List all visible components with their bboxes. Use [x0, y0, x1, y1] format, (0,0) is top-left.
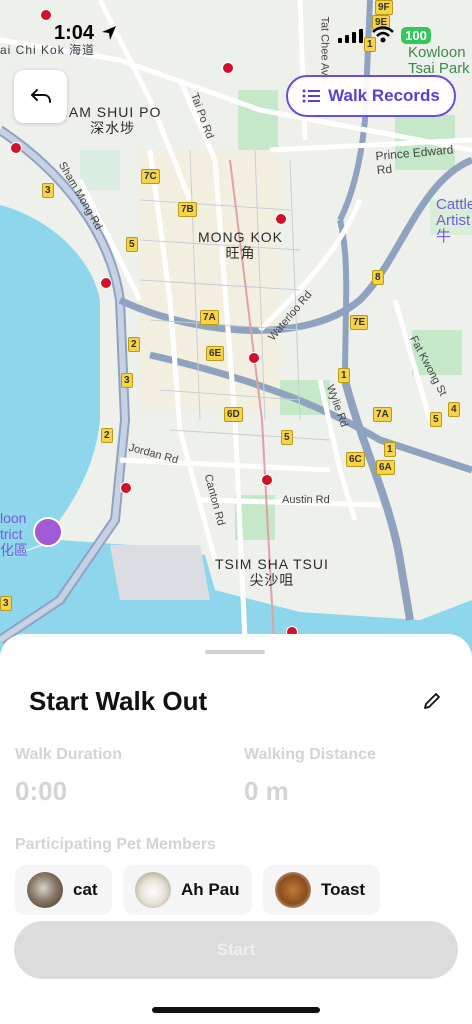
poi-name: loon: [0, 510, 27, 526]
walk-records-label: Walk Records: [328, 86, 440, 105]
route-shield: 7A: [373, 407, 392, 422]
pet-chip-ah-pau[interactable]: Ah Pau: [123, 865, 252, 915]
pet-chip-toast[interactable]: Toast: [263, 865, 380, 915]
poi-name: 牛: [436, 228, 452, 245]
pencil-icon[interactable]: [422, 691, 442, 711]
metro-station-icon: [248, 352, 260, 364]
home-indicator: [152, 1007, 320, 1013]
location-arrow-icon: [102, 26, 116, 40]
sheet-grabber[interactable]: [205, 650, 265, 654]
district-zh: 深水埗: [90, 120, 136, 136]
pet-name: cat: [73, 880, 98, 899]
pet-name: Toast: [321, 880, 366, 899]
metro-station-icon: [261, 474, 273, 486]
poi-name: 化區: [0, 542, 28, 558]
district-zh: 旺角: [225, 245, 256, 261]
route-shield: 2: [128, 337, 140, 352]
route-shield: 3: [0, 596, 12, 611]
poi-name: Artist: [436, 212, 471, 229]
pet-avatar: [135, 872, 171, 908]
camera-pin-icon[interactable]: [33, 517, 63, 547]
route-shield: 1: [338, 368, 350, 383]
route-shield: 7B: [178, 202, 197, 217]
list-icon: [302, 89, 321, 103]
poi-name: trict: [0, 526, 23, 542]
district-zh: 尖沙咀: [249, 572, 295, 588]
pet-name: Ah Pau: [181, 880, 240, 899]
district-mong-kok: MONG KOK 旺角: [198, 229, 283, 261]
route-shield: 5: [281, 430, 293, 445]
status-bar: 1:04 100: [0, 0, 472, 60]
district-en: TSIM SHA TSUI: [215, 556, 329, 572]
district-sham-shui-po: IAM SHUI PO 深水埗: [64, 104, 161, 136]
pet-chip-cat[interactable]: cat: [15, 865, 112, 915]
back-arrow-icon: [30, 88, 51, 103]
poi-west-kowloon: loon trict 化區: [0, 510, 28, 558]
route-shield: 5: [430, 412, 442, 427]
sheet-title: Start Walk Out: [29, 686, 208, 716]
route-shield: 6A: [376, 460, 395, 475]
route-shield: 6C: [346, 452, 365, 467]
metro-station-icon: [222, 62, 234, 74]
route-shield: 7C: [141, 169, 160, 184]
metro-station-icon: [10, 142, 22, 154]
pet-avatar: [275, 872, 311, 908]
wifi-icon: [372, 26, 394, 43]
cellular-signal-icon: [338, 29, 363, 43]
metro-station-icon: [100, 277, 112, 289]
metro-station-icon: [275, 213, 287, 225]
status-time: 1:04: [54, 22, 95, 44]
route-shield: 7A: [200, 310, 219, 325]
district-tsim-sha-tsui: TSIM SHA TSUI 尖沙咀: [215, 556, 329, 588]
route-shield: 2: [101, 428, 113, 443]
poi-cattle-depot: Cattle Artist 牛: [436, 197, 472, 245]
route-shield: 1: [384, 442, 396, 457]
pet-avatar: [27, 872, 63, 908]
route-shield: 3: [121, 373, 133, 388]
route-shield: 3: [42, 183, 54, 198]
route-shield: 6D: [224, 407, 243, 422]
metro-station-icon: [120, 482, 132, 494]
walk-duration-label: Walk Duration: [15, 746, 122, 763]
battery-indicator: 100: [401, 27, 431, 44]
route-shield: 8: [372, 270, 384, 285]
district-en: MONG KOK: [198, 229, 284, 245]
route-shield: 4: [448, 402, 460, 417]
walking-distance-value: 0 m: [244, 776, 289, 806]
district-en: IAM SHUI PO: [64, 104, 162, 120]
walking-distance-label: Walking Distance: [244, 746, 376, 763]
poi-name: Cattle: [436, 196, 472, 213]
route-shield: 6E: [206, 346, 225, 361]
walk-sheet: Start Walk Out Walk Duration 0:00 Walkin…: [0, 634, 472, 1024]
start-button[interactable]: Start: [14, 921, 458, 979]
back-button[interactable]: [14, 70, 67, 123]
walk-duration-value: 0:00: [15, 776, 68, 806]
participating-members-label: Participating Pet Members: [15, 836, 216, 853]
walk-records-button[interactable]: Walk Records: [286, 75, 456, 117]
route-shield: 7E: [350, 315, 369, 330]
road-label: Austin Rd: [282, 494, 330, 506]
route-shield: 5: [126, 237, 138, 252]
